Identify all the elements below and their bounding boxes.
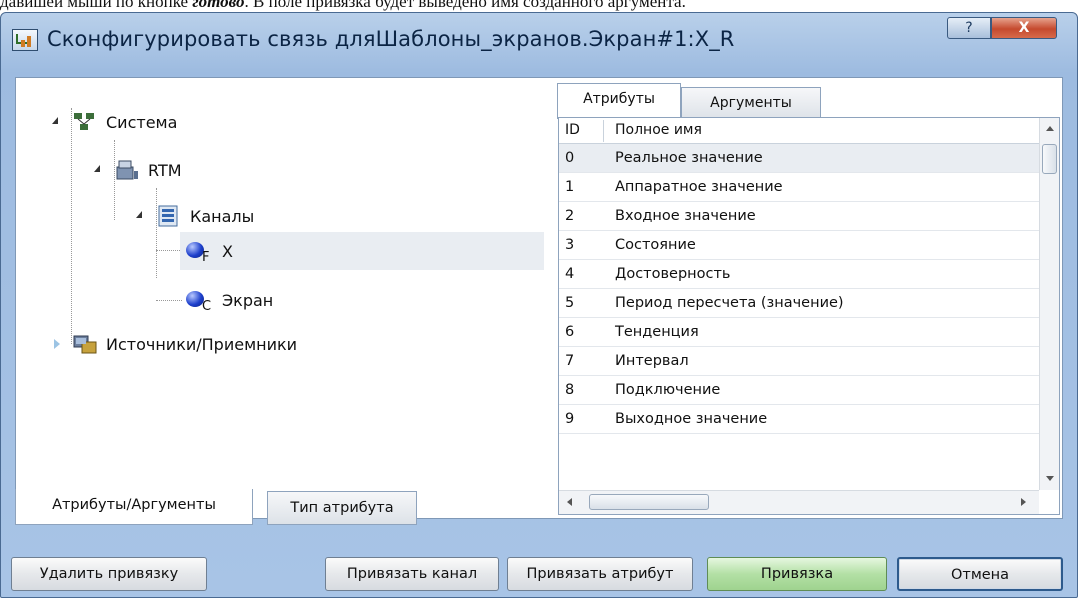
collapse-icon[interactable] bbox=[52, 117, 58, 124]
chart-app-icon bbox=[12, 29, 38, 51]
tab-arguments[interactable]: Аргументы bbox=[681, 87, 821, 119]
table-row[interactable]: 5 Период пересчета (значение) bbox=[559, 289, 1039, 318]
tree-item-label: Система bbox=[106, 112, 178, 132]
scroll-up-icon[interactable] bbox=[1046, 126, 1054, 131]
scroll-left-icon[interactable] bbox=[567, 498, 572, 506]
table-row[interactable]: 3 Состояние bbox=[559, 231, 1039, 260]
table-row[interactable]: 0 Реальное значение bbox=[559, 144, 1039, 173]
system-network-icon bbox=[72, 111, 98, 133]
vertical-scroll-thumb[interactable] bbox=[1042, 144, 1057, 174]
window-title: Сконфигурировать связь дляШаблоны_экрано… bbox=[47, 27, 735, 51]
table-row[interactable]: 9 Выходное значение bbox=[559, 405, 1039, 434]
attribute-tabs: Атрибуты Аргументы bbox=[557, 79, 857, 119]
tree-item-system[interactable]: Система bbox=[52, 104, 532, 140]
table-row[interactable]: 4 Достоверность bbox=[559, 260, 1039, 289]
channels-list-icon bbox=[156, 205, 182, 227]
collapse-icon[interactable] bbox=[94, 165, 100, 172]
table-header: ID Полное имя bbox=[559, 118, 1039, 144]
table-row[interactable]: 6 Тенденция bbox=[559, 318, 1039, 347]
bind-channel-button[interactable]: Привязать канал bbox=[325, 557, 499, 591]
bind-attribute-button[interactable]: Привязать атрибут bbox=[507, 557, 693, 591]
tab-attributes-arguments[interactable]: Атрибуты/Аргументы bbox=[15, 489, 253, 525]
close-button[interactable]: X bbox=[991, 17, 1057, 39]
channel-ball-icon: F bbox=[184, 240, 210, 265]
tree-item-rtm[interactable]: RTM bbox=[94, 152, 534, 188]
tree-item-sources-receivers[interactable]: Источники/Приемники bbox=[52, 326, 532, 362]
scroll-right-icon[interactable] bbox=[1021, 498, 1026, 506]
remove-binding-button[interactable]: Удалить привязку bbox=[11, 557, 207, 591]
tree-item-label: Экран bbox=[222, 290, 274, 310]
tab-attribute-type[interactable]: Тип атрибута bbox=[267, 491, 417, 525]
table-row[interactable]: 8 Подключение bbox=[559, 376, 1039, 405]
tree-item-label: RTM bbox=[148, 160, 182, 180]
table-row[interactable]: 7 Интервал bbox=[559, 347, 1039, 376]
column-header-id[interactable]: ID bbox=[565, 122, 580, 138]
rtm-server-icon bbox=[114, 159, 140, 181]
column-header-full-name[interactable]: Полное имя bbox=[615, 122, 702, 138]
channel-ball-icon: C bbox=[184, 289, 212, 314]
doc-text-italic: готово bbox=[192, 0, 245, 11]
doc-text-before: давишей мыши по кнопке bbox=[0, 0, 193, 11]
tree-item-label: Источники/Приемники bbox=[106, 334, 298, 354]
main-panel: Система RTM Каналы F X C Экран Источники… bbox=[15, 77, 1063, 519]
tab-attributes[interactable]: Атрибуты bbox=[557, 83, 681, 119]
title-bar[interactable]: Сконфигурировать связь дляШаблоны_экрано… bbox=[1, 13, 1077, 63]
tree-item-x[interactable]: F X bbox=[180, 232, 544, 270]
table-row[interactable]: 1 Аппаратное значение bbox=[559, 173, 1039, 202]
configure-link-dialog: Сконфигурировать связь дляШаблоны_экрано… bbox=[0, 12, 1078, 598]
help-button[interactable]: ? bbox=[947, 17, 991, 39]
binding-button[interactable]: Привязка bbox=[707, 557, 887, 591]
cancel-button[interactable]: Отмена bbox=[897, 557, 1063, 591]
expand-icon[interactable] bbox=[54, 339, 60, 349]
tree-item-label: X bbox=[222, 241, 233, 261]
channel-subscript: F bbox=[202, 250, 210, 265]
table-row[interactable]: 2 Входное значение bbox=[559, 202, 1039, 231]
object-tree[interactable]: Система RTM Каналы F X C Экран Источники… bbox=[16, 78, 556, 518]
tree-item-screen[interactable]: C Экран bbox=[180, 282, 544, 318]
sources-receivers-icon bbox=[72, 333, 98, 355]
horizontal-scrollbar[interactable] bbox=[559, 490, 1039, 514]
doc-text-after: . В поле привязка будет выведено имя соз… bbox=[244, 0, 686, 11]
collapse-icon[interactable] bbox=[136, 211, 142, 218]
tree-item-channels[interactable]: Каналы bbox=[136, 198, 536, 234]
attributes-table: ID Полное имя 0 Реальное значение 1 Аппара… bbox=[558, 117, 1060, 515]
tree-item-label: Каналы bbox=[190, 206, 255, 226]
vertical-scrollbar[interactable] bbox=[1039, 118, 1059, 490]
channel-subscript: C bbox=[202, 299, 212, 314]
scroll-down-icon[interactable] bbox=[1046, 476, 1054, 481]
horizontal-scroll-thumb[interactable] bbox=[589, 494, 709, 510]
